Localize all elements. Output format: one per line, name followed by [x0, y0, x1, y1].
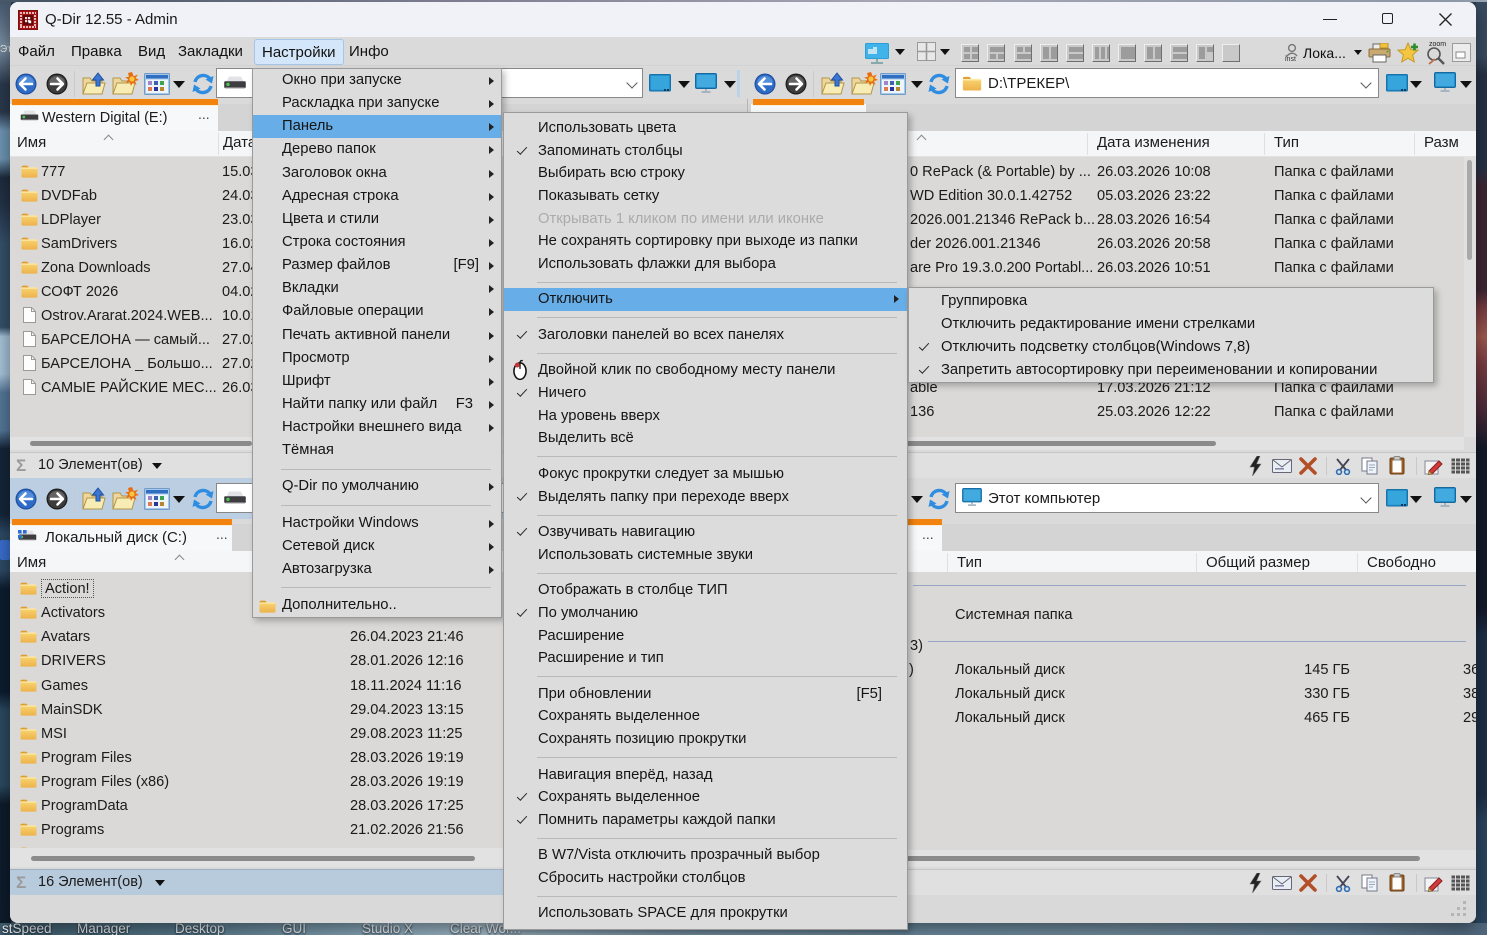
svg-text:inst: inst [1285, 56, 1296, 63]
svg-text:zoom: zoom [1429, 41, 1446, 48]
